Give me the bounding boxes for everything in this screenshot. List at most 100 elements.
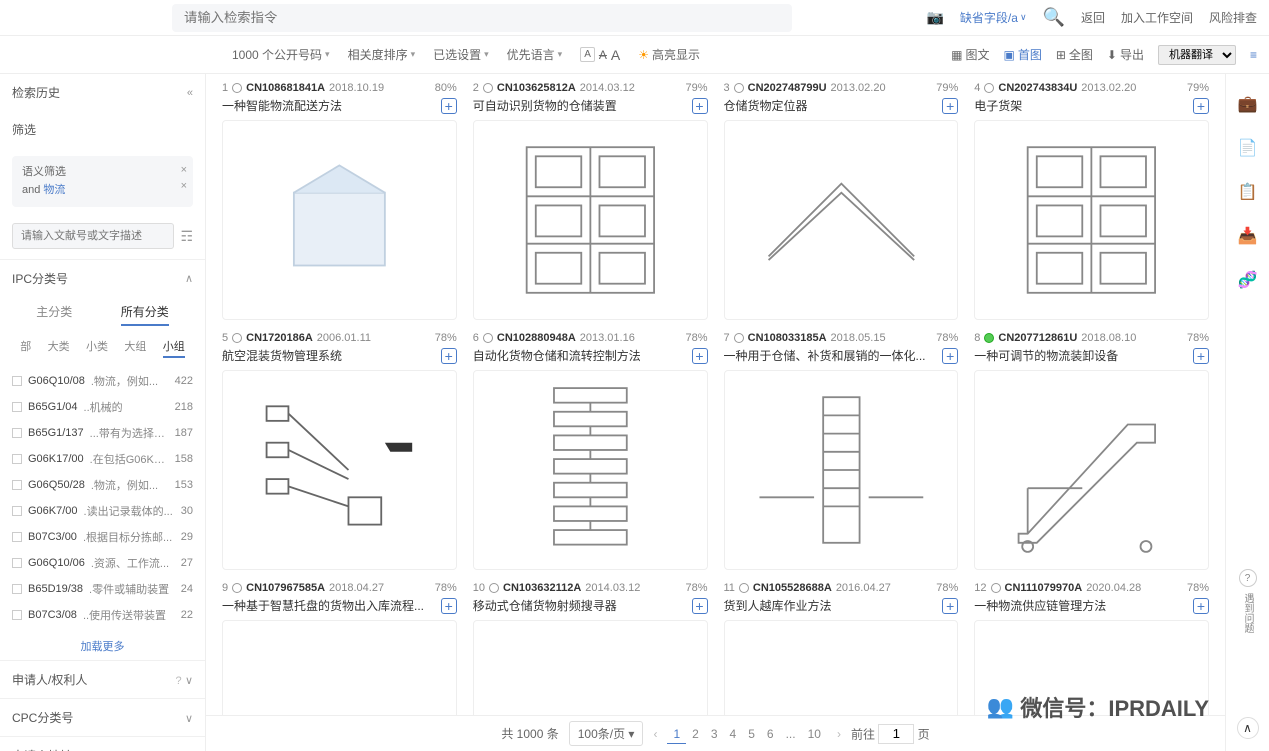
ipc-level[interactable]: 部 [20, 338, 31, 358]
patent-number[interactable]: CN103625812A [497, 82, 576, 94]
patent-title[interactable]: 一种基于智慧托盘的货物出入库流程... [222, 597, 424, 614]
goto-input[interactable] [878, 724, 914, 744]
search-input[interactable] [172, 4, 792, 32]
page-number[interactable]: ... [780, 725, 802, 743]
page-number[interactable]: 1 [667, 725, 686, 744]
ipc-item[interactable]: B07C3/08..使用传送带装置22 [0, 602, 205, 628]
ipc-item[interactable]: G06K7/00.读出记录载体的...30 [0, 498, 205, 524]
patent-number[interactable]: CN103632112A [503, 582, 581, 594]
ipc-item[interactable]: G06Q10/06.资源、工作流...27 [0, 550, 205, 576]
patent-number[interactable]: CN107967585A [246, 582, 325, 594]
page-number[interactable]: 3 [705, 725, 724, 743]
back-link[interactable]: 返回 [1081, 9, 1105, 26]
add-icon[interactable]: + [1193, 348, 1209, 364]
view-thumb-btn[interactable]: ▣首图 [1003, 46, 1041, 63]
add-icon[interactable]: + [441, 98, 457, 114]
scroll-top-icon[interactable]: ∧ [1237, 717, 1259, 739]
sort-select[interactable]: 相关度排序▾ [348, 46, 416, 63]
patent-thumbnail[interactable] [473, 120, 708, 320]
per-page-select[interactable]: 100条/页 ▾ [569, 721, 644, 746]
ipc-item[interactable]: G06K17/00.在包括G06K1...158 [0, 446, 205, 472]
patent-title[interactable]: 货到人越库作业方法 [724, 597, 832, 614]
view-image-btn[interactable]: ▦图文 [951, 46, 989, 63]
checkbox[interactable] [12, 506, 22, 516]
patent-number[interactable]: CN1720186A [246, 332, 313, 344]
setting-select[interactable]: 已选设置▾ [433, 46, 489, 63]
patent-title[interactable]: 电子货架 [974, 97, 1022, 114]
export-down-icon[interactable]: 📥 [1238, 226, 1258, 246]
ipc-item[interactable]: G06Q10/08.物流，例如...422 [0, 368, 205, 394]
ipc-item[interactable]: B65G1/137...带有为选择?...187 [0, 420, 205, 446]
patent-thumbnail[interactable] [222, 370, 457, 570]
patent-number[interactable]: CN108033185A [748, 332, 827, 344]
patent-title[interactable]: 仓储货物定位器 [724, 97, 808, 114]
patent-number[interactable]: CN202743834U [998, 82, 1077, 94]
help-float[interactable]: ? 遇到问题 [1239, 569, 1257, 633]
prev-page[interactable]: ‹ [653, 727, 657, 741]
patent-number[interactable]: CN108681841A [246, 82, 325, 94]
checkbox[interactable] [12, 610, 22, 620]
add-icon[interactable]: + [692, 98, 708, 114]
close-icon[interactable]: × [181, 162, 187, 180]
ipc-item[interactable]: B65D19/38.零件或辅助装置24 [0, 576, 205, 602]
add-icon[interactable]: + [692, 598, 708, 614]
patent-number[interactable]: CN207712861U [998, 332, 1077, 344]
collapse-icon[interactable]: « [187, 87, 193, 99]
patent-title[interactable]: 一种用于仓储、补货和展销的一体化... [724, 347, 926, 364]
risk-link[interactable]: 风险排查 [1209, 9, 1257, 26]
checkbox[interactable] [12, 480, 22, 490]
add-icon[interactable]: + [692, 348, 708, 364]
tree-icon[interactable]: 🧬 [1238, 270, 1258, 290]
next-page[interactable]: › [837, 727, 841, 741]
count-select[interactable]: 1000 个公开号码▾ [232, 46, 330, 63]
patent-number[interactable]: CN202748799U [748, 82, 827, 94]
ipc-level[interactable]: 小类 [86, 338, 108, 358]
patent-number[interactable]: CN105528688A [753, 582, 832, 594]
patent-title[interactable]: 移动式仓储货物射频搜寻器 [473, 597, 617, 614]
history-header[interactable]: 检索历史 « [0, 74, 205, 111]
checkbox[interactable] [12, 454, 22, 464]
patent-title[interactable]: 一种物流供应链管理方法 [974, 597, 1106, 614]
sidebar-section-header[interactable]: CPC分类号∨ [0, 699, 205, 736]
list-square-icon[interactable]: 📋 [1238, 182, 1258, 202]
load-more[interactable]: 加载更多 [0, 632, 205, 660]
field-select[interactable]: 缺省字段/a ∨ [960, 9, 1027, 26]
checkbox[interactable] [12, 584, 22, 594]
add-icon[interactable]: + [942, 348, 958, 364]
filter-icon[interactable]: ☶ [180, 228, 193, 245]
page-number[interactable]: 6 [761, 725, 780, 743]
add-icon[interactable]: + [441, 598, 457, 614]
ipc-level[interactable]: 大类 [48, 338, 70, 358]
patent-thumbnail[interactable] [724, 120, 959, 320]
patent-number[interactable]: CN111079970A [1005, 582, 1083, 594]
patent-title[interactable]: 可自动识别货物的仓储装置 [473, 97, 617, 114]
checkbox[interactable] [12, 376, 22, 386]
page-number[interactable]: 2 [686, 725, 705, 743]
menu-icon[interactable]: ≡ [1250, 48, 1257, 62]
font-size-controls[interactable]: A A A [580, 47, 620, 63]
ipc-level[interactable]: 大组 [124, 338, 146, 358]
ipc-item[interactable]: B65G1/04..机械的218 [0, 394, 205, 420]
patent-thumbnail[interactable] [974, 120, 1209, 320]
add-icon[interactable]: + [942, 98, 958, 114]
ipc-header[interactable]: IPC分类号∧ [0, 260, 205, 297]
add-icon[interactable]: + [1193, 598, 1209, 614]
camera-icon[interactable]: 📷 [926, 9, 943, 26]
workspace-link[interactable]: 加入工作空间 [1121, 9, 1193, 26]
patent-title[interactable]: 一种智能物流配送方法 [222, 97, 342, 114]
ipc-tab[interactable]: 主分类 [36, 303, 72, 326]
page-number[interactable]: 5 [742, 725, 761, 743]
page-number[interactable]: 4 [724, 725, 743, 743]
view-full-btn[interactable]: ⊞全图 [1056, 46, 1093, 63]
add-icon[interactable]: + [1193, 98, 1209, 114]
briefcase-icon[interactable]: 💼 [1238, 94, 1258, 114]
page-number[interactable]: 10 [802, 725, 827, 743]
checkbox[interactable] [12, 428, 22, 438]
export-btn[interactable]: ⬇导出 [1107, 46, 1144, 63]
patent-thumbnail[interactable] [473, 370, 708, 570]
patent-thumbnail[interactable] [222, 120, 457, 320]
document-icon[interactable]: 📄 [1238, 138, 1258, 158]
sidebar-search-input[interactable] [12, 223, 174, 249]
patent-title[interactable]: 一种可调节的物流装卸设备 [974, 347, 1118, 364]
translate-select[interactable]: 机器翻译 [1158, 45, 1236, 65]
